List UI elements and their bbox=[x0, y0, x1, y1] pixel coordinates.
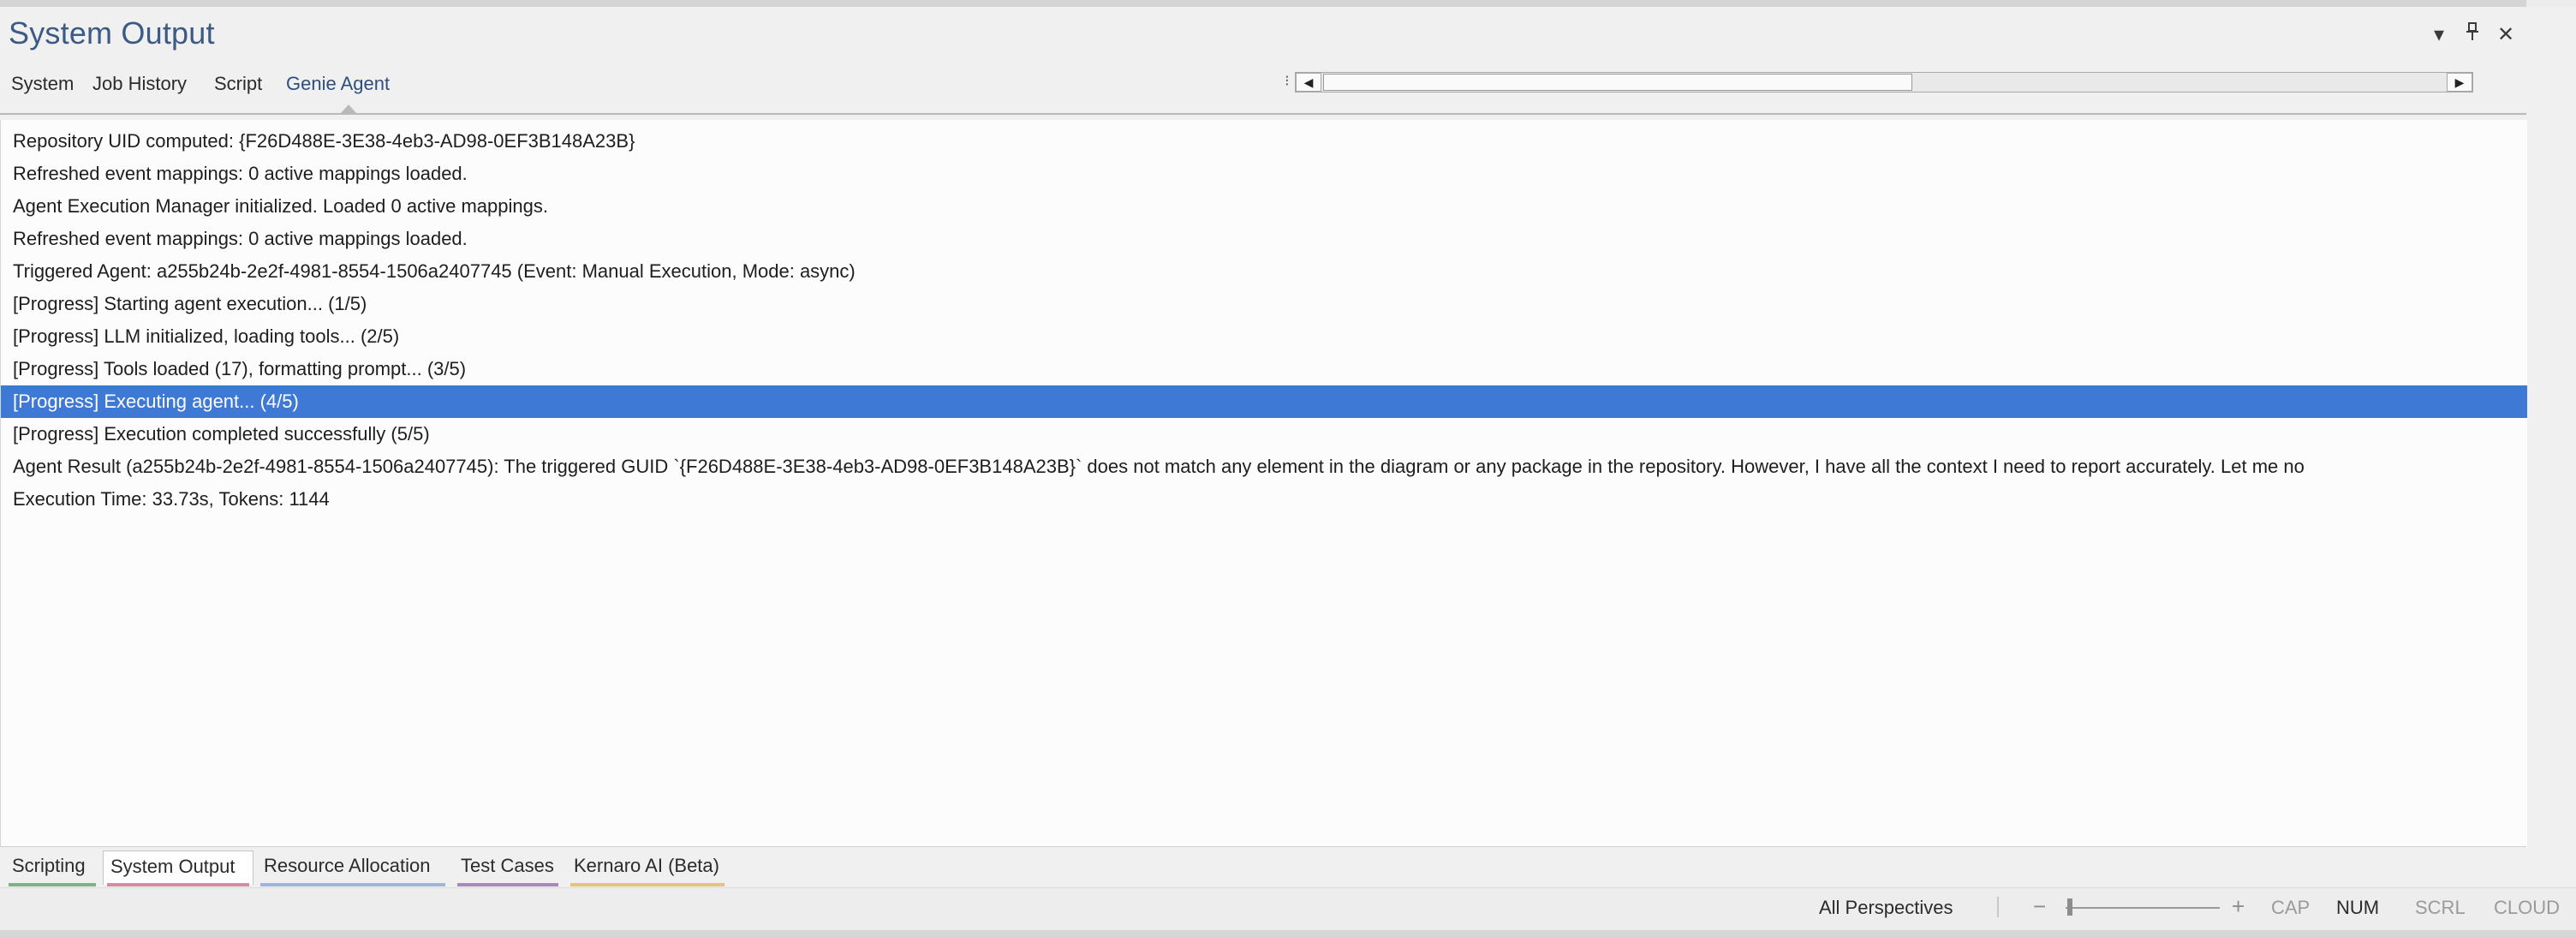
pin-icon-graphic bbox=[2466, 22, 2478, 40]
tab-test-cases[interactable]: Test Cases bbox=[454, 850, 562, 886]
subtab-script[interactable]: Script bbox=[214, 73, 262, 95]
tab-test-cases-label: Test Cases bbox=[461, 855, 554, 876]
zoom-in-button[interactable]: + bbox=[2232, 893, 2245, 920]
close-icon[interactable]: ✕ bbox=[2497, 22, 2514, 47]
scroll-left-button[interactable]: ◀ bbox=[1296, 73, 1321, 92]
scroll-right-button[interactable]: ▶ bbox=[2447, 73, 2472, 92]
log-line[interactable]: Refreshed event mappings: 0 active mappi… bbox=[1, 223, 2527, 255]
tab-resource-allocation-label: Resource Allocation bbox=[264, 855, 431, 876]
log-line[interactable]: [Progress] Starting agent execution... (… bbox=[1, 288, 2527, 320]
log-line[interactable]: Refreshed event mappings: 0 active mappi… bbox=[1, 158, 2527, 190]
status-bar: All Perspectives − + CAP NUM SCRL CLOUD bbox=[0, 887, 2576, 931]
log-line[interactable]: Agent Result (a255b24b-2e2f-4981-8554-15… bbox=[1, 451, 2527, 483]
tab-resource-allocation[interactable]: Resource Allocation bbox=[257, 850, 449, 886]
tab-kernaro-ai-underline bbox=[570, 883, 724, 886]
zoom-out-button[interactable]: − bbox=[2033, 893, 2046, 920]
tab-test-cases-underline bbox=[457, 883, 558, 886]
tab-scripting-underline bbox=[9, 883, 96, 886]
tab-system-output-underline bbox=[107, 883, 249, 886]
tab-scripting[interactable]: Scripting bbox=[5, 850, 99, 886]
log-line[interactable]: Execution Time: 33.73s, Tokens: 1144 bbox=[1, 483, 2527, 516]
tab-system-output[interactable]: System Output bbox=[103, 850, 253, 886]
pin-icon[interactable] bbox=[2465, 22, 2480, 46]
scroll-grip-icon[interactable]: ⁝ bbox=[1285, 72, 1290, 90]
log-line[interactable]: Triggered Agent: a255b24b-2e2f-4981-8554… bbox=[1, 255, 2527, 288]
active-subtab-caret bbox=[341, 104, 356, 113]
panel-title: System Output bbox=[9, 15, 215, 51]
perspective-selector[interactable]: All Perspectives bbox=[1819, 897, 1953, 919]
top-frame-strip bbox=[0, 0, 2526, 7]
zoom-slider-thumb[interactable] bbox=[2067, 898, 2072, 916]
zoom-slider-track[interactable] bbox=[2066, 907, 2220, 909]
scrl-indicator: SCRL bbox=[2415, 897, 2466, 918]
log-line[interactable]: Repository UID computed: {F26D488E-3E38-… bbox=[1, 125, 2527, 158]
log-line[interactable]: Agent Execution Manager initialized. Loa… bbox=[1, 190, 2527, 223]
bottom-frame-strip bbox=[0, 930, 2576, 937]
top-frame-strip-right bbox=[2526, 0, 2576, 7]
log-line[interactable]: [Progress] Execution completed successfu… bbox=[1, 418, 2527, 451]
bottom-tab-bar: Scripting System Output Resource Allocat… bbox=[0, 846, 2526, 888]
tab-system-output-label: System Output bbox=[110, 856, 236, 877]
cloud-indicator: CLOUD bbox=[2494, 897, 2561, 918]
subtab-system[interactable]: System bbox=[11, 73, 74, 95]
tab-kernaro-ai-label: Kernaro AI (Beta) bbox=[574, 855, 719, 876]
status-separator bbox=[1997, 897, 1999, 917]
subtab-job-history[interactable]: Job History bbox=[92, 73, 187, 95]
log-line[interactable]: [Progress] Tools loaded (17), formatting… bbox=[1, 353, 2527, 385]
tab-kernaro-ai[interactable]: Kernaro AI (Beta) bbox=[567, 850, 728, 886]
tab-scripting-label: Scripting bbox=[12, 855, 86, 876]
subtab-genie-agent[interactable]: Genie Agent bbox=[286, 73, 390, 95]
tab-resource-allocation-underline bbox=[260, 883, 445, 886]
subtab-bar: System Job History Script Genie Agent ⁝ … bbox=[0, 65, 2526, 115]
log-line-selected[interactable]: [Progress] Executing agent... (4/5) bbox=[1, 385, 2527, 418]
num-indicator: NUM bbox=[2336, 897, 2380, 918]
horizontal-scrollbar[interactable]: ◀ ▶ bbox=[1295, 72, 2473, 93]
log-line[interactable]: [Progress] LLM initialized, loading tool… bbox=[1, 320, 2527, 353]
output-log[interactable]: Repository UID computed: {F26D488E-3E38-… bbox=[0, 120, 2527, 848]
panel-dropdown-icon[interactable]: ▾ bbox=[2434, 22, 2444, 47]
cap-indicator: CAP bbox=[2271, 897, 2311, 918]
scroll-thumb[interactable] bbox=[1323, 74, 1912, 91]
